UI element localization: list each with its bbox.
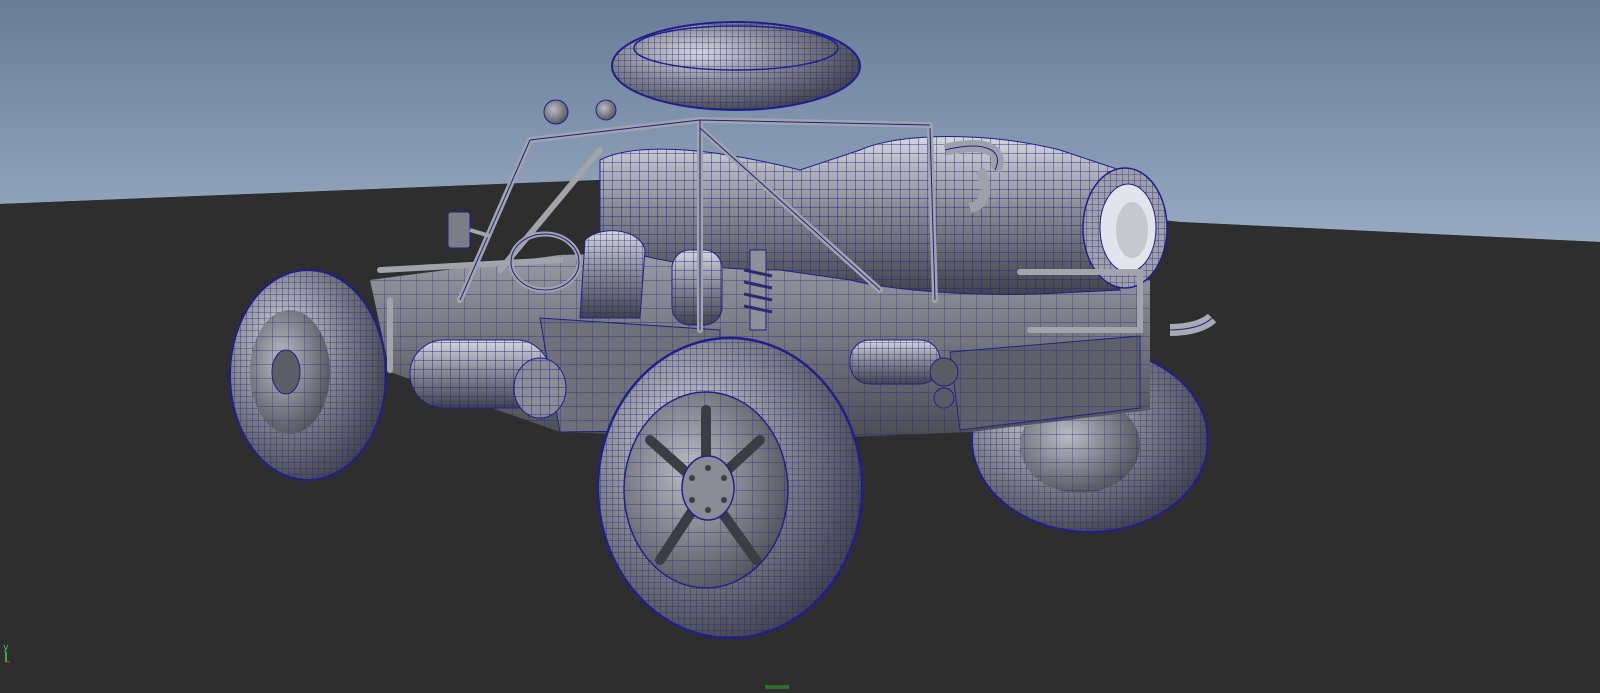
viewport-canvas[interactable]: y	[0, 0, 1600, 693]
axis-y-label: y	[3, 643, 9, 653]
seat[interactable]	[579, 230, 646, 319]
perspective-viewport[interactable]: y	[0, 0, 1600, 693]
rear-left-wheel[interactable]	[229, 269, 387, 481]
spare-tire[interactable]	[611, 21, 861, 111]
viewport-footer-marker	[765, 685, 789, 689]
front-right-wheel[interactable]	[596, 336, 864, 640]
